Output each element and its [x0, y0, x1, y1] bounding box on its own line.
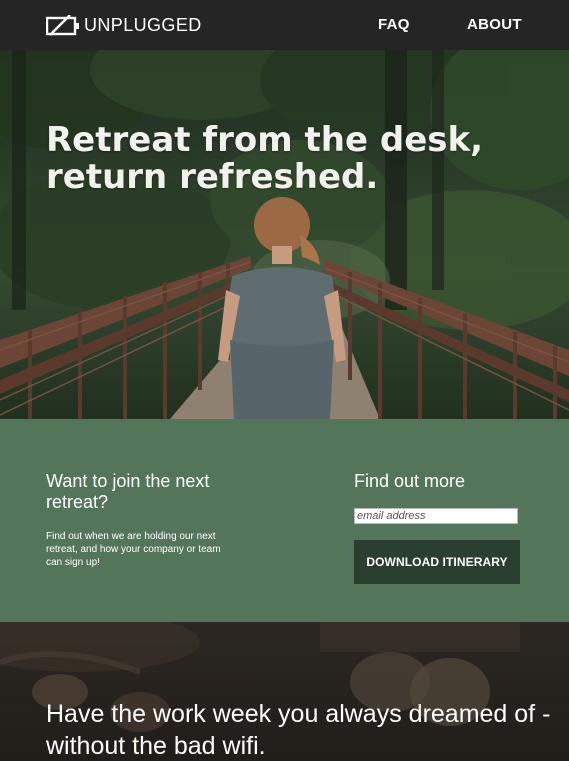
hero-banner: Retreat from the desk, return refreshed. — [0, 50, 569, 419]
brand-name: UNPLUGGED — [84, 15, 202, 35]
bottom-heading: Have the work week you always dreamed of… — [46, 700, 551, 760]
email-field[interactable] — [354, 508, 518, 524]
hero-heading-line1: Retreat from the desk, — [46, 120, 484, 160]
testimonial-banner: Have the work week you always dreamed of… — [0, 622, 569, 761]
hero-heading-line2: return refreshed. — [46, 157, 379, 197]
hero-heading: Retreat from the desk, return refreshed. — [46, 122, 526, 196]
join-heading: Want to join the next retreat? — [46, 471, 210, 512]
hero-forest-bridge-image — [0, 50, 569, 419]
signup-section: Want to join the next retreat? Find out … — [0, 419, 569, 622]
top-nav: UNPLUGGED FAQ ABOUT — [0, 0, 569, 50]
nav-link-faq[interactable]: FAQ — [378, 16, 410, 33]
join-description: Find out when we are holding our next re… — [46, 531, 221, 568]
find-out-more-heading: Find out more — [354, 471, 466, 491]
nav-link-about[interactable]: ABOUT — [467, 16, 522, 33]
brand-logo[interactable]: UNPLUGGED — [46, 13, 202, 38]
download-itinerary-button[interactable]: DOWNLOAD ITINERARY — [354, 540, 520, 584]
unplugged-battery-icon — [46, 14, 79, 36]
